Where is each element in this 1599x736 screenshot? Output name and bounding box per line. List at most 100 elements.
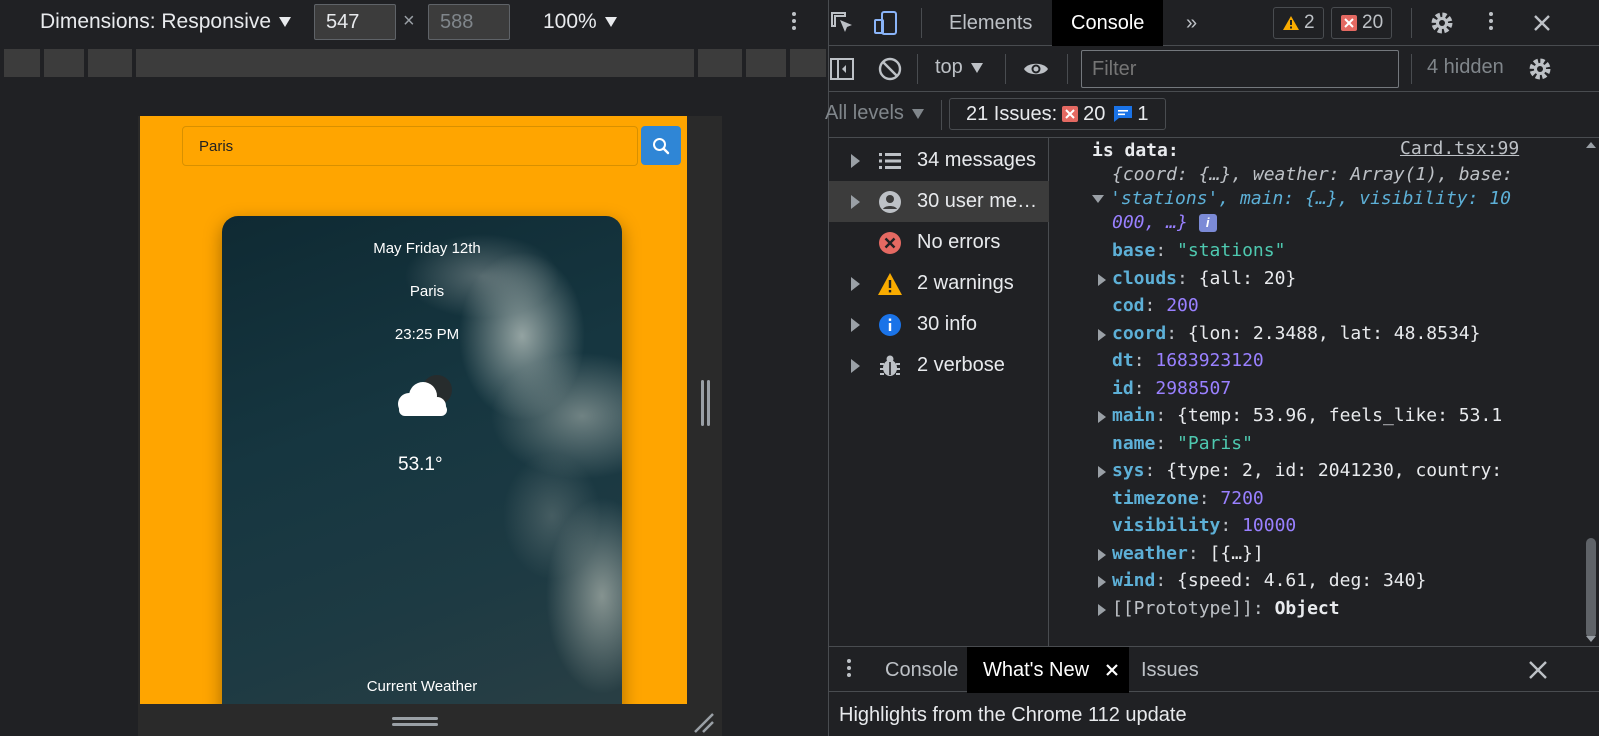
property-value: "Paris"	[1177, 432, 1253, 454]
device-toggle-icon[interactable]	[873, 10, 899, 36]
expand-arrow-icon	[851, 153, 860, 168]
object-summary-toggle[interactable]: 'stations', main: {…}, visibility: 10	[1092, 188, 1511, 209]
close-tab-icon[interactable]	[1105, 663, 1119, 677]
drawer-menu-icon[interactable]	[843, 657, 855, 683]
object-property-row[interactable]: main: {temp: 53.96, feels_like: 53.1	[1098, 405, 1502, 426]
dimensions-dropdown[interactable]: Dimensions: Responsive	[40, 10, 292, 34]
settings-gear-icon[interactable]	[1429, 10, 1455, 36]
log-levels-dropdown[interactable]: All levels	[825, 102, 924, 125]
expand-arrow-icon[interactable]	[1098, 576, 1106, 588]
message-icon	[1114, 106, 1133, 122]
sidebar-item-info[interactable]: 30 info	[829, 304, 1049, 345]
more-tabs-button[interactable]: »	[1167, 0, 1216, 46]
property-value: {all: 20}	[1198, 267, 1297, 289]
more-options-icon[interactable]	[1485, 10, 1497, 36]
expand-arrow-icon	[851, 317, 860, 332]
list-icon	[879, 152, 901, 169]
expand-arrow-icon	[851, 276, 860, 291]
sidebar-item-label: 30 user mes…	[917, 190, 1045, 212]
more-options-icon[interactable]	[788, 10, 800, 36]
inspect-element-icon[interactable]	[829, 10, 855, 36]
object-property-row[interactable]: sys: {type: 2, id: 2041230, country:	[1098, 460, 1503, 481]
expand-arrow-icon[interactable]	[1098, 548, 1106, 561]
expand-arrow-icon[interactable]	[1098, 411, 1106, 423]
ruler-segment[interactable]	[698, 49, 742, 77]
tab-elements[interactable]: Elements	[930, 0, 1051, 46]
sidebar-item-errors[interactable]: No errors	[829, 222, 1049, 263]
property-key: weather	[1112, 542, 1188, 564]
property-value: {speed: 4.61, deg: 340}	[1177, 570, 1427, 591]
property-value: 10000	[1242, 515, 1297, 536]
expand-arrow-icon[interactable]	[1098, 603, 1106, 616]
property-key: timezone	[1112, 487, 1199, 509]
object-property-row[interactable]: coord: {lon: 2.3488, lat: 48.8534}	[1098, 323, 1480, 344]
console-settings-gear-icon[interactable]	[1527, 56, 1553, 82]
weather-city: Paris	[409, 283, 445, 300]
source-link[interactable]: Card.tsx:99	[1400, 138, 1519, 159]
bug-icon	[880, 355, 900, 376]
object-property-row: dt: 1683923120	[1112, 350, 1264, 371]
expand-arrow-icon[interactable]	[1098, 328, 1106, 341]
info-icon[interactable]: i	[1198, 214, 1217, 232]
scrollbar-thumb[interactable]	[1586, 538, 1596, 638]
warnings-count: 2	[1304, 12, 1315, 33]
sidebar-item-messages[interactable]: 34 messages	[829, 140, 1049, 181]
close-drawer-icon[interactable]	[1527, 659, 1549, 681]
errors-badge[interactable]: 20	[1331, 7, 1393, 39]
drawer-tab-issues[interactable]: Issues	[1125, 647, 1215, 693]
resize-corner-icon[interactable]	[693, 712, 715, 734]
property-key: visibility	[1112, 515, 1221, 536]
eye-icon[interactable]	[1023, 56, 1049, 82]
console-scrollbar[interactable]	[1584, 138, 1598, 646]
close-icon[interactable]	[1529, 10, 1555, 36]
console-filter-input[interactable]	[1081, 50, 1399, 88]
resize-handle-bottom[interactable]	[392, 716, 438, 728]
height-input[interactable]	[428, 4, 510, 40]
sidebar-item-user-messages[interactable]: 30 user mes…	[829, 181, 1049, 222]
warnings-badge[interactable]: 2	[1273, 7, 1324, 39]
resize-handle-right[interactable]	[700, 380, 712, 426]
property-value: 7200	[1220, 487, 1264, 509]
object-property-row[interactable]: clouds: {all: 20}	[1098, 267, 1297, 289]
emulated-viewport: May Friday 12th Paris 23:25 PM 53.1° Cur…	[140, 116, 687, 704]
clear-console-icon[interactable]	[877, 56, 903, 82]
hidden-count: 4 hidden	[1427, 56, 1504, 78]
drawer-tab-console[interactable]: Console	[869, 647, 974, 693]
sidebar-toggle-icon[interactable]	[829, 56, 855, 82]
property-value: {type: 2, id: 2041230, country:	[1166, 460, 1503, 481]
ruler-segment[interactable]	[44, 49, 84, 77]
sidebar-item-warnings[interactable]: 2 warnings	[829, 263, 1049, 304]
ruler-segment[interactable]	[4, 49, 40, 77]
ruler-segment[interactable]	[136, 49, 694, 77]
issues-button[interactable]: 21 Issues: 20 1	[949, 98, 1166, 130]
ruler-segment[interactable]	[88, 49, 132, 77]
object-property-row: name: "Paris"	[1112, 432, 1253, 454]
context-selector[interactable]: top	[935, 56, 983, 79]
scroll-up-icon[interactable]	[1584, 140, 1598, 150]
object-property-row: id: 2988507	[1112, 377, 1232, 399]
caret-down-icon	[970, 62, 983, 73]
ruler-segment[interactable]	[790, 49, 826, 77]
sidebar-item-label: 30 info	[917, 313, 978, 335]
collapse-arrow-icon	[1092, 195, 1104, 203]
expand-arrow-icon[interactable]	[1098, 273, 1106, 286]
scroll-down-icon[interactable]	[1584, 634, 1598, 644]
object-property-row[interactable]: weather: [{…}]	[1098, 542, 1264, 564]
search-button[interactable]	[641, 126, 681, 165]
property-key: dt	[1112, 350, 1134, 371]
console-toolbar-secondary: All levels 21 Issues: 20 1	[825, 92, 1599, 138]
width-input[interactable]	[314, 4, 396, 40]
expand-arrow-icon[interactable]	[1098, 466, 1106, 478]
property-key: sys	[1112, 460, 1145, 481]
tab-console[interactable]: Console	[1052, 0, 1164, 46]
property-value: Object	[1274, 597, 1340, 619]
city-search-input[interactable]	[182, 126, 638, 166]
zoom-dropdown[interactable]: 100%	[543, 10, 617, 34]
object-property-row[interactable]: wind: {speed: 4.61, deg: 340}	[1098, 570, 1427, 591]
weather-card: May Friday 12th Paris 23:25 PM 53.1° Cur…	[222, 216, 622, 704]
ruler-segment[interactable]	[746, 49, 786, 77]
sidebar-item-label: No errors	[917, 231, 1001, 253]
object-property-row[interactable]: [[Prototype]]: Object	[1098, 597, 1340, 619]
sidebar-item-verbose[interactable]: 2 verbose	[829, 345, 1049, 386]
drawer-tab-whats-new[interactable]: What's New	[967, 647, 1130, 693]
